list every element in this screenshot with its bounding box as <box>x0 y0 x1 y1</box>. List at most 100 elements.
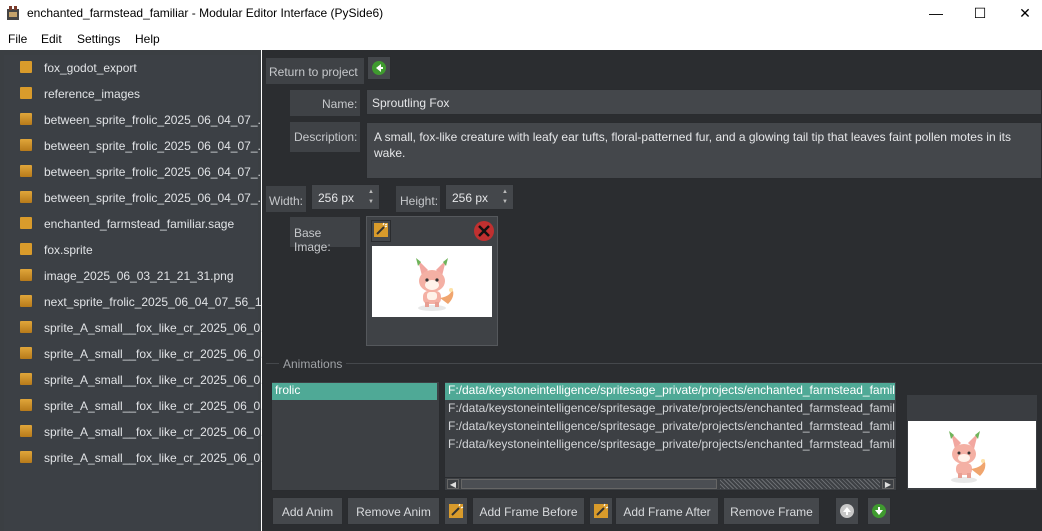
generate-frame-before-button[interactable] <box>444 497 468 525</box>
file-label: sprite_A_small__fox_like_cr_2025_06_0... <box>44 373 271 387</box>
file-label: fox_godot_export <box>44 61 137 75</box>
file-label: between_sprite_frolic_2025_06_04_07_... <box>44 139 268 153</box>
image-icon <box>20 347 32 359</box>
sprite-file-icon <box>20 243 32 255</box>
folder-icon <box>20 87 32 99</box>
name-input[interactable]: Sproutling Fox <box>366 89 1042 115</box>
description-label: Description: <box>290 122 360 152</box>
frame-list-scrollbar[interactable]: ◀ ▶ <box>444 477 897 491</box>
add-anim-button[interactable]: Add Anim <box>272 497 343 525</box>
menu-file[interactable]: File <box>8 32 27 46</box>
width-label: Width: <box>266 186 306 212</box>
animations-group-title: Animations <box>279 357 347 371</box>
arrow-down-icon <box>872 504 886 518</box>
description-input[interactable]: A small, fox-like creature with leafy ea… <box>366 122 1042 179</box>
add-frame-before-button[interactable]: Add Frame Before <box>472 497 585 525</box>
animation-preview-frame <box>907 395 1037 490</box>
project-panel: fox_godot_export reference_images between_… <box>0 50 272 531</box>
delete-icon[interactable] <box>473 220 495 242</box>
file-list-item[interactable]: between_sprite_frolic_2025_06_04_07_... <box>4 185 268 211</box>
frame-list-item[interactable]: F:/data/keystoneintelligence/spritesage_… <box>445 419 895 436</box>
generate-image-button[interactable] <box>371 220 391 242</box>
file-list-item[interactable]: enchanted_farmstead_familiar.sage <box>4 211 258 237</box>
file-label: enchanted_farmstead_familiar.sage <box>44 217 235 231</box>
file-label: sprite_A_small__fox_like_cr_2025_06_0... <box>44 399 271 413</box>
animation-list[interactable]: frolic <box>271 381 440 491</box>
animation-list-item[interactable]: frolic <box>272 383 437 400</box>
file-label: image_2025_06_03_21_21_31.png <box>44 269 234 283</box>
generate-frame-after-button[interactable] <box>589 497 613 525</box>
menu-bar: File Edit Settings Help <box>0 28 1042 50</box>
frame-list-item[interactable]: F:/data/keystoneintelligence/spritesage_… <box>445 437 895 454</box>
spin-arrows-icon[interactable]: ▲ ▼ <box>499 187 511 207</box>
file-label: between_sprite_frolic_2025_06_04_07_... <box>44 113 268 127</box>
file-list[interactable]: fox_godot_export reference_images between_… <box>4 55 272 531</box>
maximize-button[interactable]: ☐ <box>957 0 1003 26</box>
app-icon <box>7 6 19 20</box>
scroll-left-icon[interactable]: ◀ <box>447 479 459 489</box>
file-list-item[interactable]: sprite_A_small__fox_like_cr_2025_06_0... <box>4 315 270 341</box>
sprite-preview <box>372 246 492 317</box>
file-list-item[interactable]: sprite_A_small__fox_like_cr_2025_06_0... <box>4 445 270 471</box>
height-spinbox[interactable]: 256 px ▲ ▼ <box>445 184 514 210</box>
image-icon <box>20 451 32 463</box>
spin-arrows-icon[interactable]: ▲ ▼ <box>365 187 377 207</box>
file-label: sprite_A_small__fox_like_cr_2025_06_0... <box>44 425 271 439</box>
image-icon <box>20 139 32 151</box>
menu-help[interactable]: Help <box>135 32 160 46</box>
window-title: enchanted_farmstead_familiar - Modular E… <box>27 6 384 20</box>
image-icon <box>20 191 32 203</box>
back-arrow-icon <box>372 61 386 75</box>
file-list-item[interactable]: reference_images <box>4 81 258 107</box>
scroll-right-icon[interactable]: ▶ <box>882 479 894 489</box>
file-list-item[interactable]: between_sprite_frolic_2025_06_04_07_... <box>4 159 268 185</box>
image-icon <box>20 295 32 307</box>
base-image-frame <box>366 216 498 346</box>
scrollbar-track[interactable] <box>720 479 880 489</box>
add-frame-after-button[interactable]: Add Frame After <box>615 497 719 525</box>
file-list-item[interactable]: sprite_A_small__fox_like_cr_2025_06_0... <box>4 419 270 445</box>
image-icon <box>20 425 32 437</box>
menu-settings[interactable]: Settings <box>77 32 120 46</box>
file-label: fox.sprite <box>44 243 93 257</box>
close-button[interactable]: ✕ <box>1002 0 1042 26</box>
move-frame-down-button[interactable] <box>867 497 891 525</box>
width-value: 256 px <box>318 191 355 205</box>
height-value: 256 px <box>452 191 489 205</box>
file-label: reference_images <box>44 87 141 101</box>
animations-divider <box>266 363 1042 364</box>
file-label: next_sprite_frolic_2025_06_04_07_56_1... <box>44 295 272 309</box>
animation-preview <box>908 421 1036 488</box>
remove-frame-button[interactable]: Remove Frame <box>723 497 820 525</box>
project-file-icon <box>20 217 32 229</box>
scrollbar-thumb[interactable] <box>461 479 717 489</box>
magic-wand-icon <box>594 503 609 518</box>
back-button[interactable] <box>367 56 391 80</box>
file-label: sprite_A_small__fox_like_cr_2025_06_0... <box>44 347 271 361</box>
remove-anim-button[interactable]: Remove Anim <box>347 497 440 525</box>
fox-animation-image <box>949 431 986 483</box>
image-icon <box>20 165 32 177</box>
file-list-item[interactable]: next_sprite_frolic_2025_06_04_07_56_1... <box>4 289 272 315</box>
image-icon <box>20 113 32 125</box>
file-label: between_sprite_frolic_2025_06_04_07_... <box>44 191 268 205</box>
file-list-item[interactable]: image_2025_06_03_21_21_31.png <box>4 263 258 289</box>
file-list-item[interactable]: sprite_A_small__fox_like_cr_2025_06_0... <box>4 367 270 393</box>
file-list-item[interactable]: fox_godot_export <box>4 55 258 81</box>
file-list-item[interactable]: sprite_A_small__fox_like_cr_2025_06_0... <box>4 393 270 419</box>
frame-list[interactable]: F:/data/keystoneintelligence/spritesage_… <box>444 381 897 491</box>
frame-list-item[interactable]: F:/data/keystoneintelligence/spritesage_… <box>445 401 895 418</box>
image-icon <box>20 373 32 385</box>
file-list-item[interactable]: fox.sprite <box>4 237 258 263</box>
move-frame-up-button[interactable] <box>835 497 859 525</box>
menu-edit[interactable]: Edit <box>41 32 62 46</box>
image-icon <box>20 269 32 281</box>
return-to-project-label: Return to project <box>266 58 364 84</box>
file-list-item[interactable]: sprite_A_small__fox_like_cr_2025_06_0... <box>4 341 270 367</box>
name-label: Name: <box>290 90 360 116</box>
file-list-item[interactable]: between_sprite_frolic_2025_06_04_07_... <box>4 133 268 159</box>
minimize-button[interactable]: — <box>913 0 959 26</box>
frame-list-item[interactable]: F:/data/keystoneintelligence/spritesage_… <box>445 383 895 400</box>
file-list-item[interactable]: between_sprite_frolic_2025_06_04_07_... <box>4 107 268 133</box>
width-spinbox[interactable]: 256 px ▲ ▼ <box>311 184 380 210</box>
